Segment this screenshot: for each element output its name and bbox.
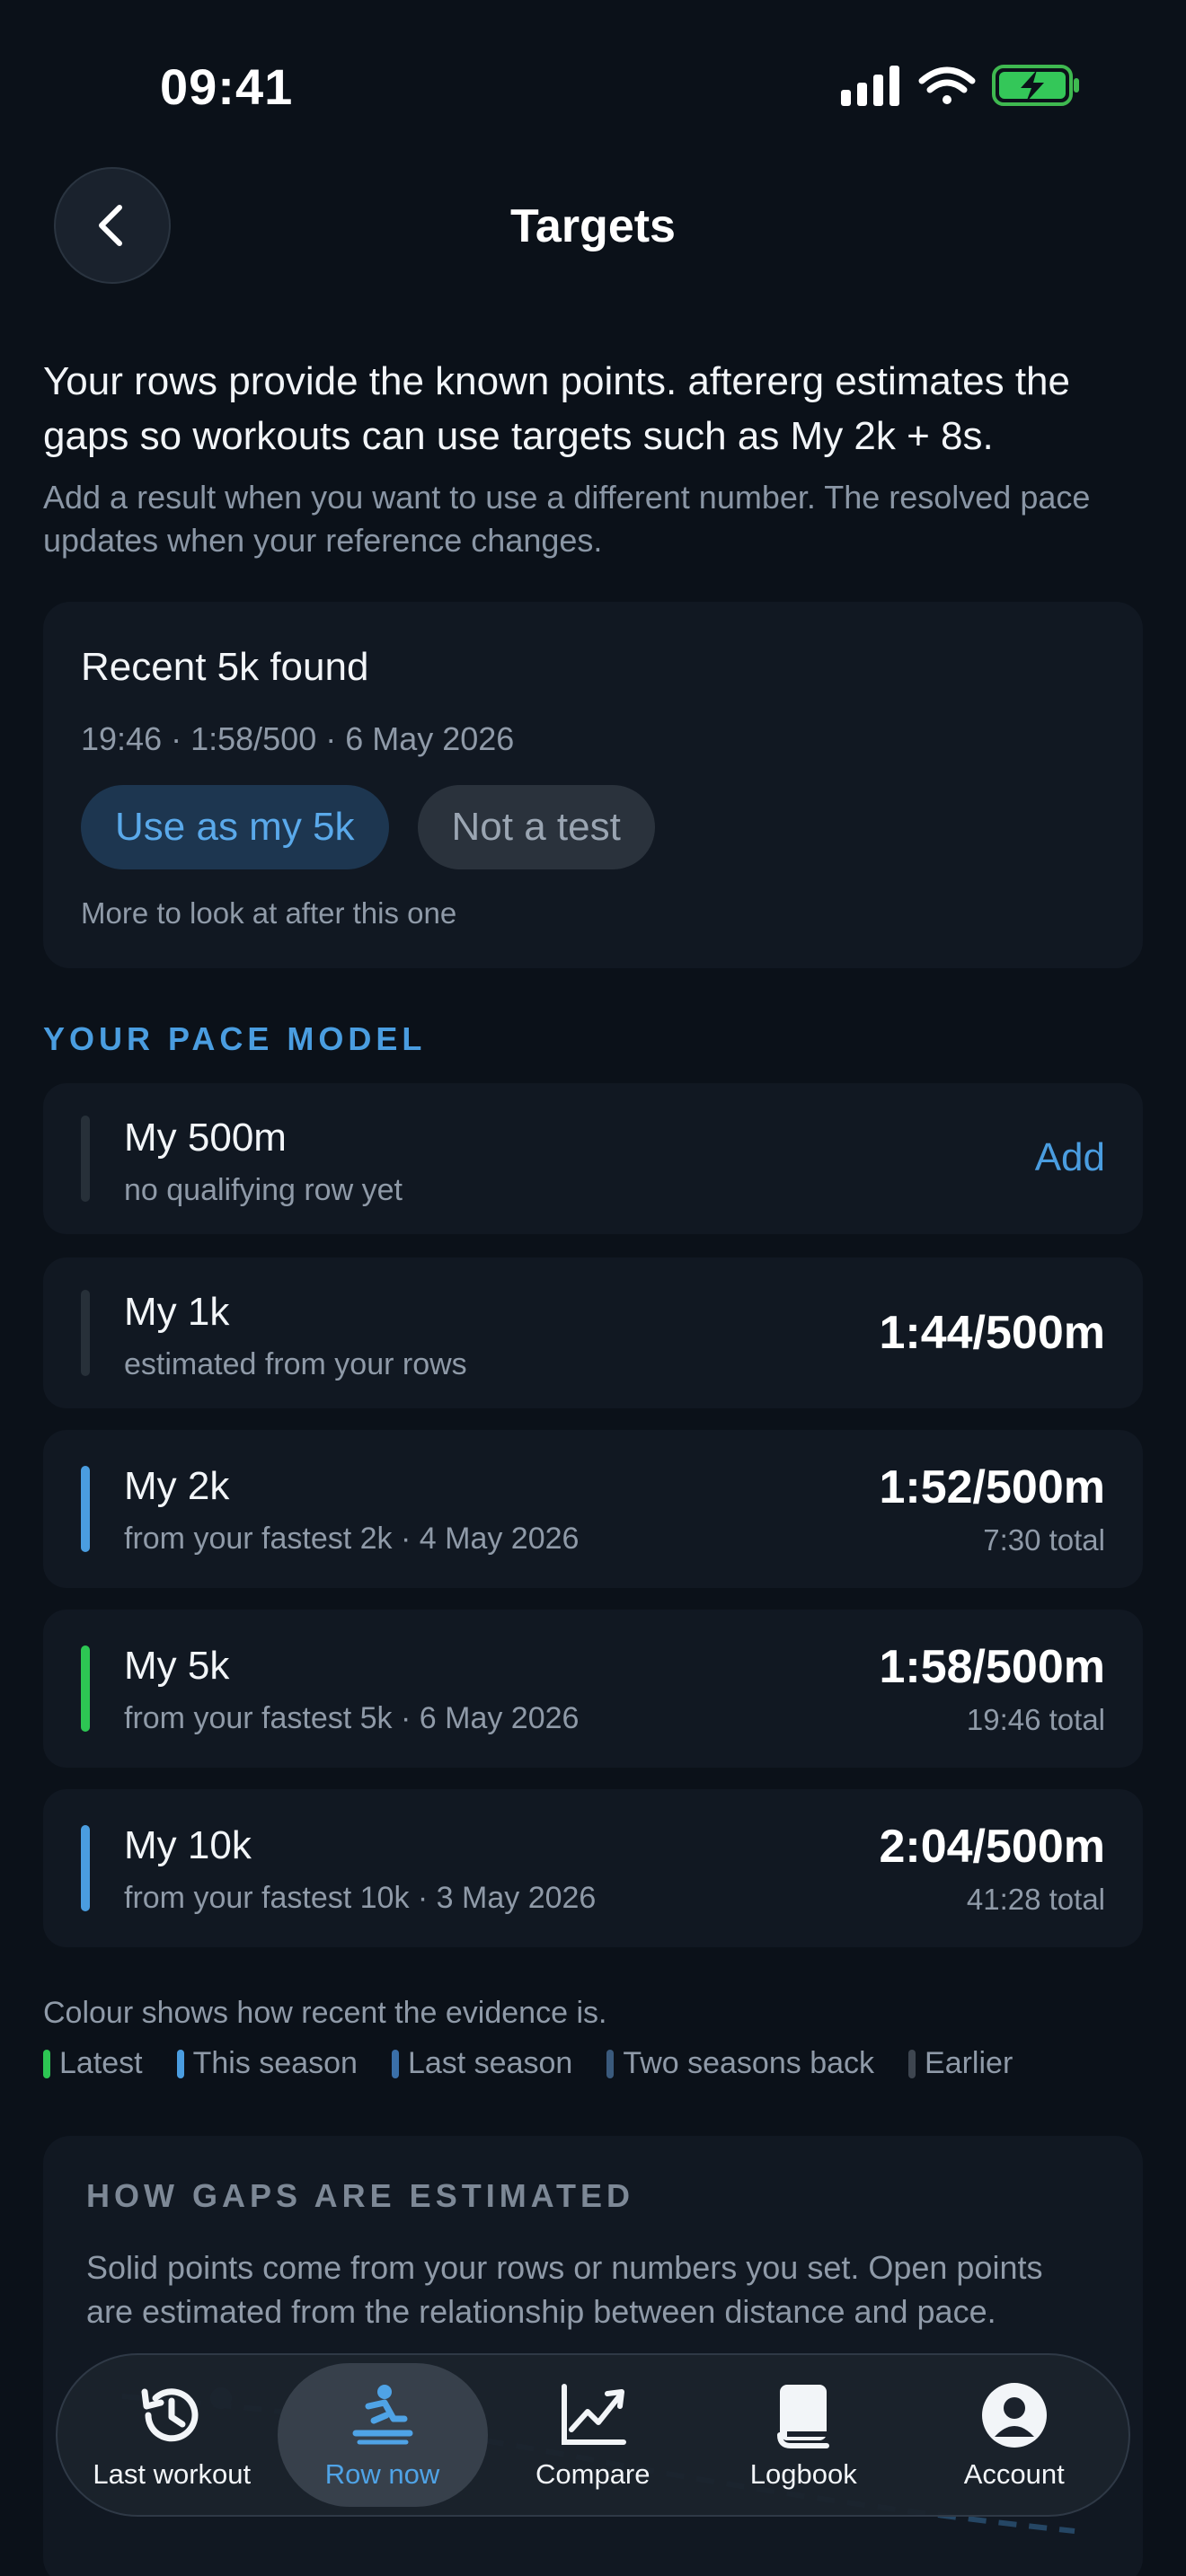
pace-row-total: 7:30 total [983, 1523, 1105, 1557]
tab-label: Last workout [93, 2458, 252, 2490]
signal-icon [841, 66, 899, 106]
legend-item-earlier: Earlier [908, 2046, 1013, 2081]
recent-result-title: Recent 5k found [81, 645, 369, 689]
tab-account[interactable]: Account [909, 2363, 1120, 2507]
legend-label: Last season [407, 2046, 573, 2080]
intro-subtext: Add a result when you want to use a diff… [43, 479, 1091, 559]
pace-row-name: My 2k [124, 1464, 230, 1508]
pace-row-pace: 1:58/500m [879, 1641, 1105, 1693]
pace-row-total: 19:46 total [966, 1703, 1105, 1736]
pace-row-10k[interactable]: My 10k from your fastest 10k · 3 May 202… [43, 1789, 1143, 1947]
legend-item-this-season: This season [176, 2046, 358, 2081]
pace-row-1k[interactable]: My 1k estimated from your rows 1:44/500m [43, 1257, 1143, 1408]
header: Targets [0, 167, 1186, 284]
legend-item-latest: Latest [43, 2046, 143, 2081]
book-icon [767, 2379, 839, 2451]
pace-model-heading: YOUR PACE MODEL [43, 1020, 427, 1057]
pace-row-500m[interactable]: My 500m no qualifying row yet Add [43, 1083, 1143, 1234]
intro-text: Your rows provide the known points. afte… [43, 359, 1070, 458]
legend-swatch [606, 2049, 615, 2078]
tab-label: Account [963, 2458, 1065, 2490]
estimate-explainer-body: Solid points come from your rows or numb… [86, 2249, 1043, 2330]
estimate-explainer-title: HOW GAPS ARE ESTIMATED [86, 2177, 635, 2214]
account-icon [978, 2379, 1050, 2451]
pace-row-source: from your fastest 5k · 6 May 2026 [124, 1701, 580, 1735]
battery-icon [992, 65, 1079, 106]
tab-bar: Last workout Row now Compare Logbook Acc… [56, 2353, 1130, 2517]
chart-icon [557, 2379, 629, 2451]
recency-bar [81, 1290, 90, 1376]
legend-label: Two seasons back [623, 2046, 875, 2080]
recent-result-actions: Use as my 5k Not a test [81, 785, 1105, 869]
tab-row-now[interactable]: Row now [277, 2363, 488, 2507]
pace-row-2k[interactable]: My 2k from your fastest 2k · 4 May 2026 … [43, 1430, 1143, 1588]
legend-item-two-seasons-back: Two seasons back [606, 2046, 874, 2081]
pace-row-pace: 2:04/500m [879, 1821, 1105, 1873]
recency-bar [81, 1466, 90, 1552]
page-title: Targets [510, 200, 676, 252]
history-icon [136, 2379, 208, 2451]
tab-label: Logbook [749, 2458, 857, 2490]
rower-icon [347, 2379, 419, 2451]
use-as-my-5k-button[interactable]: Use as my 5k [81, 785, 389, 869]
legend-swatch [176, 2049, 184, 2078]
more-results-note: More to look at after this one [81, 896, 457, 930]
pace-row-source: from your fastest 2k · 4 May 2026 [124, 1522, 580, 1556]
legend-note: Colour shows how recent the evidence is. [43, 1996, 607, 2030]
intro: Your rows provide the known points. afte… [43, 354, 1148, 562]
status-time: 09:41 [160, 58, 294, 115]
legend-label: This season [192, 2046, 358, 2080]
recency-bar [81, 1825, 90, 1911]
legend-swatch [391, 2049, 399, 2078]
pace-row-name: My 5k [124, 1644, 230, 1688]
pace-row-5k[interactable]: My 5k from your fastest 5k · 6 May 2026 … [43, 1610, 1143, 1768]
wifi-icon [918, 66, 976, 104]
pace-row-source: no qualifying row yet [124, 1173, 403, 1207]
status-icons [841, 65, 1079, 106]
pace-row-total: 41:28 total [966, 1883, 1105, 1916]
legend-item-last-season: Last season [391, 2046, 573, 2081]
legend-swatch [908, 2049, 916, 2078]
legend-label: Earlier [925, 2046, 1013, 2080]
tab-label: Compare [535, 2458, 651, 2490]
tab-compare[interactable]: Compare [488, 2363, 699, 2507]
tab-label: Row now [324, 2458, 440, 2490]
tab-logbook[interactable]: Logbook [698, 2363, 909, 2507]
legend-label: Latest [59, 2046, 143, 2080]
pace-row-source: estimated from your rows [124, 1347, 467, 1381]
recency-bar [81, 1116, 90, 1202]
recency-legend: Latest This season Last season Two seaso… [43, 2046, 1013, 2081]
status-bar: 09:41 [0, 0, 1186, 171]
add-500m-button[interactable]: Add [1035, 1135, 1105, 1180]
pace-row-name: My 500m [124, 1116, 287, 1160]
pace-row-name: My 10k [124, 1823, 252, 1867]
recent-result-card: Recent 5k found 19:46 · 1:58/500 · 6 May… [43, 602, 1143, 968]
pace-row-pace: 1:44/500m [879, 1307, 1105, 1359]
not-a-test-button[interactable]: Not a test [417, 785, 655, 869]
pace-row-source: from your fastest 10k · 3 May 2026 [124, 1881, 597, 1915]
tab-last-workout[interactable]: Last workout [66, 2363, 278, 2507]
recency-bar [81, 1645, 90, 1732]
recent-result-meta: 19:46 · 1:58/500 · 6 May 2026 [81, 720, 515, 757]
pace-row-name: My 1k [124, 1290, 230, 1334]
legend-swatch [43, 2049, 50, 2078]
pace-row-pace: 1:52/500m [879, 1461, 1105, 1513]
